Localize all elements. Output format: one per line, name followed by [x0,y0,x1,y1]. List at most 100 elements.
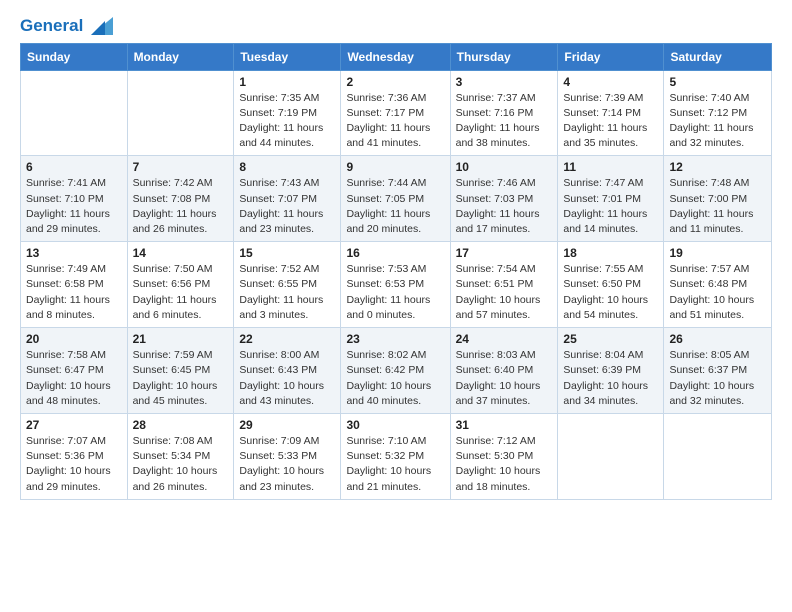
calendar-cell [664,414,772,500]
day-detail: Sunrise: 7:59 AMSunset: 6:45 PMDaylight:… [133,348,229,409]
calendar-cell: 8 Sunrise: 7:43 AMSunset: 7:07 PMDaylight… [234,156,341,242]
calendar-cell: 27 Sunrise: 7:07 AMSunset: 5:36 PMDayligh… [21,414,128,500]
logo-text: General [20,16,113,37]
calendar-cell: 1 Sunrise: 7:35 AMSunset: 7:19 PMDaylight… [234,70,341,156]
calendar-cell: 24 Sunrise: 8:03 AMSunset: 6:40 PMDayligh… [450,328,558,414]
day-number: 14 [133,246,229,260]
logo-icon [91,17,113,35]
day-detail: Sunrise: 7:47 AMSunset: 7:01 PMDaylight:… [563,176,658,237]
calendar-header-monday: Monday [127,43,234,70]
calendar-cell: 17Sunrise: 7:54 AMSunset: 6:51 PMDayligh… [450,242,558,328]
calendar-cell: 30 Sunrise: 7:10 AMSunset: 5:32 PMDayligh… [341,414,450,500]
calendar-cell: 22Sunrise: 8:00 AMSunset: 6:43 PMDayligh… [234,328,341,414]
day-number: 1 [239,75,335,89]
calendar-cell: 28 Sunrise: 7:08 AMSunset: 5:34 PMDayligh… [127,414,234,500]
calendar-cell: 14 Sunrise: 7:50 AMSunset: 6:56 PMDayligh… [127,242,234,328]
page: General SundayMondayTuesdayWednesdayThur… [0,0,792,520]
day-detail: Sunrise: 7:40 AMSunset: 7:12 PMDaylight:… [669,91,766,152]
day-detail: Sunrise: 8:04 AMSunset: 6:39 PMDaylight:… [563,348,658,409]
calendar-cell [558,414,664,500]
day-detail: Sunrise: 7:55 AMSunset: 6:50 PMDaylight:… [563,262,658,323]
day-number: 9 [346,160,444,174]
header: General [20,16,772,35]
day-detail: Sunrise: 8:00 AMSunset: 6:43 PMDaylight:… [239,348,335,409]
calendar-cell: 13 Sunrise: 7:49 AMSunset: 6:58 PMDayligh… [21,242,128,328]
calendar-week-row: 13 Sunrise: 7:49 AMSunset: 6:58 PMDayligh… [21,242,772,328]
calendar-header-thursday: Thursday [450,43,558,70]
calendar-header-friday: Friday [558,43,664,70]
day-number: 7 [133,160,229,174]
calendar-cell: 2Sunrise: 7:36 AMSunset: 7:17 PMDaylight… [341,70,450,156]
calendar-cell: 15 Sunrise: 7:52 AMSunset: 6:55 PMDayligh… [234,242,341,328]
day-number: 28 [133,418,229,432]
day-detail: Sunrise: 7:46 AMSunset: 7:03 PMDaylight:… [456,176,553,237]
day-number: 19 [669,246,766,260]
calendar-cell: 10 Sunrise: 7:46 AMSunset: 7:03 PMDayligh… [450,156,558,242]
day-detail: Sunrise: 7:41 AMSunset: 7:10 PMDaylight:… [26,176,122,237]
day-detail: Sunrise: 7:49 AMSunset: 6:58 PMDaylight:… [26,262,122,323]
calendar-header-wednesday: Wednesday [341,43,450,70]
calendar-cell: 4 Sunrise: 7:39 AMSunset: 7:14 PMDaylight… [558,70,664,156]
day-number: 10 [456,160,553,174]
day-detail: Sunrise: 7:53 AMSunset: 6:53 PMDaylight:… [346,262,444,323]
calendar-cell [127,70,234,156]
day-detail: Sunrise: 8:02 AMSunset: 6:42 PMDaylight:… [346,348,444,409]
day-number: 18 [563,246,658,260]
calendar-cell [21,70,128,156]
day-detail: Sunrise: 7:48 AMSunset: 7:00 PMDaylight:… [669,176,766,237]
day-number: 15 [239,246,335,260]
calendar-cell: 26Sunrise: 8:05 AMSunset: 6:37 PMDayligh… [664,328,772,414]
logo: General [20,16,113,35]
day-detail: Sunrise: 7:57 AMSunset: 6:48 PMDaylight:… [669,262,766,323]
day-number: 27 [26,418,122,432]
calendar-week-row: 1 Sunrise: 7:35 AMSunset: 7:19 PMDaylight… [21,70,772,156]
calendar-header-row: SundayMondayTuesdayWednesdayThursdayFrid… [21,43,772,70]
day-number: 4 [563,75,658,89]
day-detail: Sunrise: 7:36 AMSunset: 7:17 PMDaylight:… [346,91,444,152]
calendar-cell: 20 Sunrise: 7:58 AMSunset: 6:47 PMDayligh… [21,328,128,414]
day-number: 5 [669,75,766,89]
day-number: 20 [26,332,122,346]
day-detail: Sunrise: 7:43 AMSunset: 7:07 PMDaylight:… [239,176,335,237]
day-detail: Sunrise: 7:37 AMSunset: 7:16 PMDaylight:… [456,91,553,152]
day-number: 26 [669,332,766,346]
day-detail: Sunrise: 7:12 AMSunset: 5:30 PMDaylight:… [456,434,553,495]
day-detail: Sunrise: 7:10 AMSunset: 5:32 PMDaylight:… [346,434,444,495]
day-number: 24 [456,332,553,346]
calendar-cell: 12 Sunrise: 7:48 AMSunset: 7:00 PMDayligh… [664,156,772,242]
day-detail: Sunrise: 7:09 AMSunset: 5:33 PMDaylight:… [239,434,335,495]
day-detail: Sunrise: 7:35 AMSunset: 7:19 PMDaylight:… [239,91,335,152]
day-detail: Sunrise: 7:42 AMSunset: 7:08 PMDaylight:… [133,176,229,237]
day-number: 8 [239,160,335,174]
calendar-cell: 25 Sunrise: 8:04 AMSunset: 6:39 PMDayligh… [558,328,664,414]
day-number: 13 [26,246,122,260]
day-number: 12 [669,160,766,174]
calendar-week-row: 20 Sunrise: 7:58 AMSunset: 6:47 PMDayligh… [21,328,772,414]
day-detail: Sunrise: 8:03 AMSunset: 6:40 PMDaylight:… [456,348,553,409]
day-detail: Sunrise: 7:58 AMSunset: 6:47 PMDaylight:… [26,348,122,409]
calendar-cell: 9Sunrise: 7:44 AMSunset: 7:05 PMDaylight… [341,156,450,242]
calendar-cell: 31 Sunrise: 7:12 AMSunset: 5:30 PMDayligh… [450,414,558,500]
day-number: 11 [563,160,658,174]
calendar-cell: 23Sunrise: 8:02 AMSunset: 6:42 PMDayligh… [341,328,450,414]
calendar-header-tuesday: Tuesday [234,43,341,70]
day-number: 3 [456,75,553,89]
calendar-cell: 21 Sunrise: 7:59 AMSunset: 6:45 PMDayligh… [127,328,234,414]
calendar-cell: 6 Sunrise: 7:41 AMSunset: 7:10 PMDaylight… [21,156,128,242]
calendar-week-row: 6 Sunrise: 7:41 AMSunset: 7:10 PMDaylight… [21,156,772,242]
day-number: 30 [346,418,444,432]
day-number: 6 [26,160,122,174]
day-detail: Sunrise: 7:39 AMSunset: 7:14 PMDaylight:… [563,91,658,152]
calendar-cell: 18 Sunrise: 7:55 AMSunset: 6:50 PMDayligh… [558,242,664,328]
day-detail: Sunrise: 7:07 AMSunset: 5:36 PMDaylight:… [26,434,122,495]
calendar-table: SundayMondayTuesdayWednesdayThursdayFrid… [20,43,772,500]
day-number: 31 [456,418,553,432]
calendar-header-sunday: Sunday [21,43,128,70]
day-detail: Sunrise: 7:50 AMSunset: 6:56 PMDaylight:… [133,262,229,323]
calendar-cell: 7 Sunrise: 7:42 AMSunset: 7:08 PMDaylight… [127,156,234,242]
day-number: 21 [133,332,229,346]
day-detail: Sunrise: 7:08 AMSunset: 5:34 PMDaylight:… [133,434,229,495]
day-detail: Sunrise: 7:52 AMSunset: 6:55 PMDaylight:… [239,262,335,323]
day-number: 25 [563,332,658,346]
calendar-cell: 3 Sunrise: 7:37 AMSunset: 7:16 PMDaylight… [450,70,558,156]
